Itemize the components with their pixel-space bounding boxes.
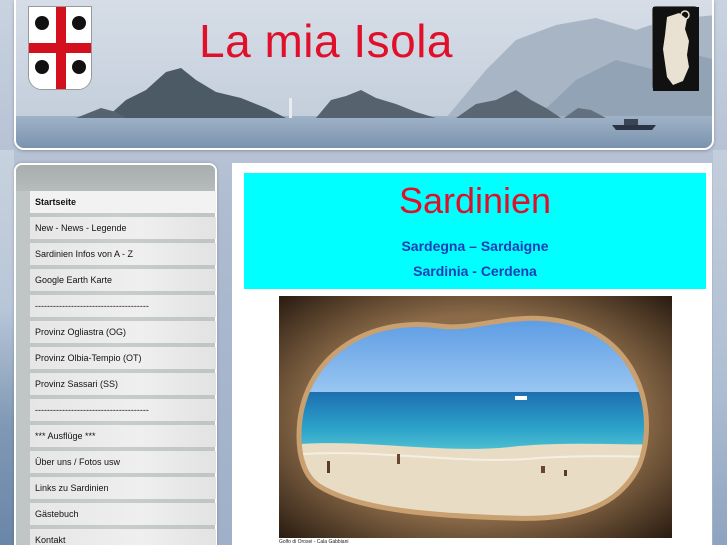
four-moors-flag-icon — [28, 6, 92, 90]
nav-item-ausfluege[interactable]: *** Ausflüge *** — [30, 425, 216, 447]
sardinia-island-map-icon — [652, 6, 699, 91]
background-sea-left — [0, 150, 14, 545]
cave-beach-photo — [279, 296, 672, 538]
site-header: La mia Isola — [14, 0, 714, 150]
photo-caption: Golfo di Orosei - Cala Gabbiani — [279, 539, 349, 545]
nav-item-separator[interactable]: -------------------------------------- — [30, 295, 216, 317]
sidebar-navigation: Startseite New - News - Legende Sardinie… — [14, 163, 217, 545]
nav-item-ogliastra[interactable]: Provinz Ogliastra (OG) — [30, 321, 216, 343]
nav-item-ueber-uns[interactable]: Über uns / Fotos usw — [30, 451, 216, 473]
sidebar-header — [16, 165, 215, 191]
page-title: Sardinien — [398, 180, 552, 221]
nav-item-google-earth[interactable]: Google Earth Karte — [30, 269, 216, 291]
nav-item-infos-a-z[interactable]: Sardinien Infos von A - Z — [30, 243, 216, 265]
nav-item-news[interactable]: New - News - Legende — [30, 217, 216, 239]
site-title: La mia Isola — [199, 15, 454, 67]
title-banner: Sardinien Sardegna – Sardaigne Sardinia … — [244, 173, 706, 289]
subtitle-line-1: Sardegna – Sardaigne — [401, 238, 549, 254]
nav-item-startseite[interactable]: Startseite — [30, 191, 216, 213]
nav-item-sassari[interactable]: Provinz Sassari (SS) — [30, 373, 216, 395]
subtitle-line-2: Sardinia - Cerdena — [413, 263, 537, 279]
nav-item-olbia-tempio[interactable]: Provinz Olbia-Tempio (OT) — [30, 347, 216, 369]
nav-item-kontakt[interactable]: Kontakt — [30, 529, 216, 545]
main-content: Sardinien Sardegna – Sardaigne Sardinia … — [232, 163, 712, 545]
nav-item-separator[interactable]: -------------------------------------- — [30, 399, 216, 421]
nav-item-gaestebuch[interactable]: Gästebuch — [30, 503, 216, 525]
nav-item-links[interactable]: Links zu Sardinien — [30, 477, 216, 499]
background-sea-right — [713, 150, 727, 545]
